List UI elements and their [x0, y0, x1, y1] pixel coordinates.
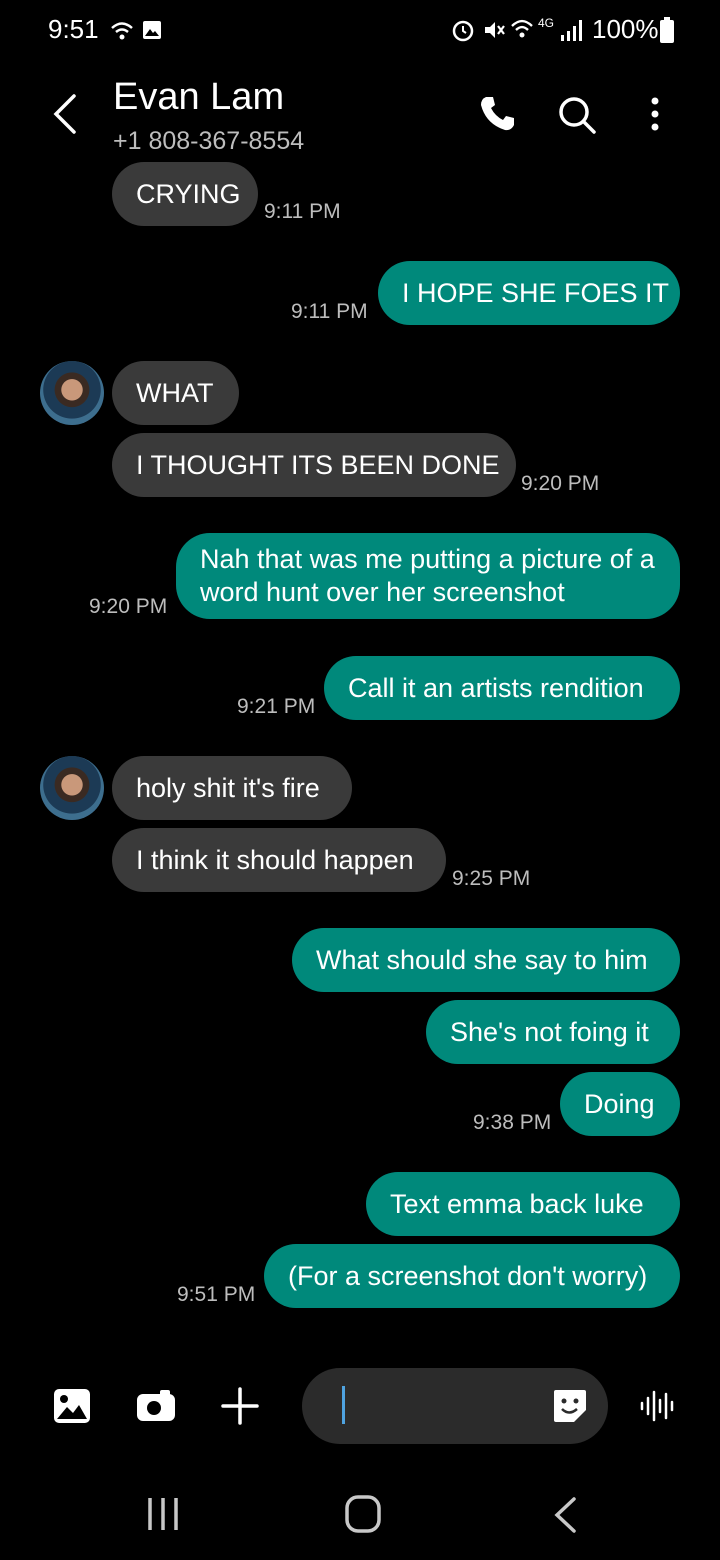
more-options-icon[interactable] — [645, 96, 665, 136]
home-icon[interactable] — [344, 1494, 382, 1534]
alarm-icon — [452, 20, 474, 42]
contact-name: Evan Lam — [113, 76, 285, 118]
wifi-call-icon — [111, 22, 133, 40]
contact-avatar[interactable] — [40, 756, 104, 820]
recent-apps-icon[interactable] — [146, 1496, 180, 1532]
contact-avatar[interactable] — [40, 361, 104, 425]
message-input[interactable] — [302, 1368, 608, 1444]
contact-phone: +1 808-367-8554 — [113, 127, 305, 155]
wifi-icon — [511, 19, 533, 38]
text-cursor — [342, 1386, 345, 1424]
message-bubble-outgoing[interactable]: What should she say to him — [292, 928, 680, 992]
phone-call-icon[interactable] — [478, 94, 518, 134]
message-bubble-outgoing[interactable]: I HOPE SHE FOES IT — [378, 261, 680, 325]
search-icon[interactable] — [556, 94, 598, 136]
message-bubble-outgoing[interactable]: Nah that was me putting a picture of a w… — [176, 533, 680, 619]
add-icon[interactable] — [220, 1386, 260, 1426]
message-bubble-incoming[interactable]: I think it should happen — [112, 828, 446, 892]
voice-record-icon[interactable] — [638, 1388, 678, 1424]
message-time: 9:51 PM — [177, 1283, 256, 1306]
mute-icon — [485, 22, 505, 38]
message-bubble-outgoing[interactable]: Text emma back luke — [366, 1172, 680, 1236]
message-time: 9:20 PM — [521, 472, 600, 495]
back-arrow-icon[interactable] — [50, 92, 80, 136]
message-bubble-incoming[interactable]: I THOUGHT ITS BEEN DONE — [112, 433, 516, 497]
battery-icon — [660, 17, 674, 43]
network-type: 4G — [538, 16, 555, 30]
message-bubble-incoming[interactable]: WHAT — [112, 361, 239, 425]
nav-back-icon[interactable] — [552, 1496, 578, 1534]
battery-percent: 100% — [592, 14, 659, 44]
message-bubble-outgoing[interactable]: She's not foing it — [426, 1000, 680, 1064]
signal-icon — [561, 20, 582, 41]
message-bubble-outgoing[interactable]: Doing — [560, 1072, 680, 1136]
message-bubble-outgoing[interactable]: Call it an artists rendition — [324, 656, 680, 720]
sticker-icon[interactable] — [552, 1388, 588, 1424]
message-time: 9:38 PM — [473, 1111, 552, 1134]
status-time: 9:51 — [48, 14, 99, 44]
gallery-icon[interactable] — [53, 1388, 91, 1424]
message-time: 9:21 PM — [237, 695, 316, 718]
message-time: 9:11 PM — [264, 200, 341, 223]
message-bubble-incoming[interactable]: holy shit it's fire — [112, 756, 352, 820]
image-notification-icon — [143, 21, 161, 39]
message-time: 9:25 PM — [452, 867, 531, 890]
messaging-screen: 9:51 4G 100% Evan Lam +1 808-367-8554 CR… — [0, 0, 720, 1560]
message-bubble-incoming[interactable]: CRYING — [112, 162, 258, 226]
message-time: 9:20 PM — [89, 595, 168, 618]
camera-icon[interactable] — [136, 1390, 176, 1422]
message-bubble-outgoing[interactable]: (For a screenshot don't worry) — [264, 1244, 680, 1308]
message-time: 9:11 PM — [291, 300, 368, 323]
